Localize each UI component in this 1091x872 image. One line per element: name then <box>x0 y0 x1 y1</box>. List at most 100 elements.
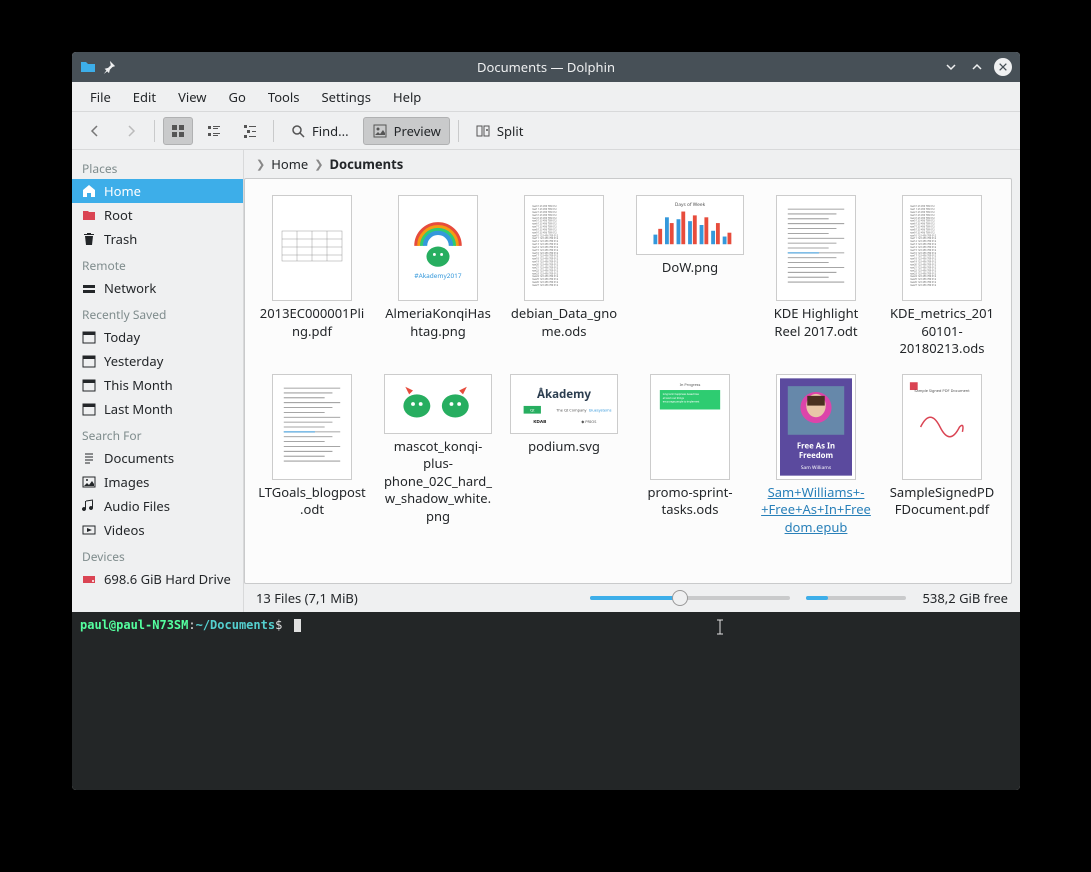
file-view[interactable]: 2013EC000001Pling.pdf #Akademy2017Almeria… <box>244 178 1012 584</box>
sidebar-item-root[interactable]: Root <box>72 203 243 227</box>
svg-text:KDAB: KDAB <box>533 419 546 425</box>
file-label: 2013EC000001Pling.pdf <box>257 305 367 340</box>
hdd-icon <box>82 572 96 586</box>
sidebar-item-videos[interactable]: Videos <box>72 518 243 542</box>
sidebar-item-this-month[interactable]: This Month <box>72 373 243 397</box>
trash-icon <box>82 232 96 246</box>
svg-text:bluesystems: bluesystems <box>589 408 612 413</box>
sidebar-item-label: This Month <box>104 376 173 394</box>
back-button[interactable] <box>80 117 110 145</box>
preview-button[interactable]: Preview <box>363 117 450 145</box>
file-item[interactable]: Days of Week DoW.png <box>631 191 749 362</box>
file-item[interactable]: KDE Highlight Reel 2017.odt <box>757 191 875 362</box>
sidebar-header: Places <box>72 154 243 179</box>
breadcrumb[interactable]: ❯ Home ❯ Documents <box>244 150 1020 178</box>
menu-file[interactable]: File <box>80 84 121 110</box>
split-button[interactable]: Split <box>467 117 532 145</box>
forward-button[interactable] <box>116 117 146 145</box>
split-label: Split <box>497 122 524 140</box>
sidebar-item-label: Root <box>104 206 133 224</box>
cal-icon <box>82 354 96 368</box>
file-item[interactable]: mascot_konqi-plus-phone_02C_hard_w_shado… <box>379 370 497 541</box>
zoom-slider[interactable] <box>590 596 790 600</box>
file-item[interactable]: row0 123 456 789 012row1 123 456 789 012… <box>883 191 1001 362</box>
svg-text:The Qt Company: The Qt Company <box>556 408 586 413</box>
sidebar[interactable]: PlacesHomeRootTrashRemoteNetworkRecently… <box>72 150 244 612</box>
sidebar-item-home[interactable]: Home <box>72 179 243 203</box>
file-item[interactable]: Sample Signed PDF DocumentSampleSignedPD… <box>883 370 1001 541</box>
menu-help[interactable]: Help <box>383 84 431 110</box>
sidebar-item-images[interactable]: Images <box>72 470 243 494</box>
file-item[interactable]: LTGoals_blogpost.odt <box>253 370 371 541</box>
text-cursor-icon <box>715 619 725 635</box>
file-item[interactable]: Free As InFreedomSam WilliamsSam+William… <box>757 370 875 541</box>
vid-icon <box>82 523 96 537</box>
minimize-button[interactable] <box>942 58 960 76</box>
menu-tools[interactable]: Tools <box>258 84 310 110</box>
disk-usage-bar <box>806 596 906 600</box>
cal-icon <box>82 402 96 416</box>
svg-text:encourage people to implement: encourage people to implement <box>663 399 700 403</box>
file-label: DoW.png <box>662 259 718 277</box>
sidebar-item-today[interactable]: Today <box>72 325 243 349</box>
file-thumbnail <box>384 374 492 434</box>
file-item[interactable]: row0 123 456 789 012row1 123 456 789 012… <box>505 191 623 362</box>
terminal-path: ~/Documents <box>196 618 275 632</box>
sidebar-item-label: Network <box>104 279 156 297</box>
maximize-button[interactable] <box>968 58 986 76</box>
sidebar-item-documents[interactable]: Documents <box>72 446 243 470</box>
svg-text:row27 123 456 789 012: row27 123 456 789 012 <box>910 283 937 287</box>
view-compact-button[interactable] <box>199 117 229 145</box>
file-thumbnail: In Progresslong term happiness based tre… <box>650 374 730 480</box>
menu-go[interactable]: Go <box>219 84 256 110</box>
app-folder-icon <box>80 59 96 75</box>
file-label: LTGoals_blogpost.odt <box>257 484 367 519</box>
sidebar-item-label: Audio Files <box>104 497 170 515</box>
sidebar-item-yesterday[interactable]: Yesterday <box>72 349 243 373</box>
pin-icon[interactable] <box>102 60 116 74</box>
file-thumbnail: Days of Week <box>636 195 744 255</box>
find-button[interactable]: Find... <box>282 117 357 145</box>
file-item[interactable]: 2013EC000001Pling.pdf <box>253 191 371 362</box>
sidebar-item-network[interactable]: Network <box>72 276 243 300</box>
cal-icon <box>82 330 96 344</box>
file-thumbnail: row0 123 456 789 012row1 123 456 789 012… <box>902 195 982 301</box>
view-details-button[interactable] <box>235 117 265 145</box>
window-title: Documents — Dolphin <box>72 58 1020 76</box>
sidebar-item-label: Documents <box>104 449 174 467</box>
terminal-prompt: $ <box>275 618 282 632</box>
file-label: KDE_metrics_20160101-20180213.ods <box>887 305 997 358</box>
file-item[interactable]: ÅkademyQtThe Qt CompanybluesystemsKDAB◆ … <box>505 370 623 541</box>
main-column: ❯ Home ❯ Documents 2013EC000001Pling.pdf… <box>244 150 1020 612</box>
file-label: mascot_konqi-plus-phone_02C_hard_w_shado… <box>383 438 493 526</box>
sidebar-item-698-6-gib-hard-drive[interactable]: 698.6 GiB Hard Drive <box>72 567 243 591</box>
sidebar-item-audio-files[interactable]: Audio Files <box>72 494 243 518</box>
preview-label: Preview <box>394 122 441 140</box>
breadcrumb-current[interactable]: Documents <box>329 155 403 173</box>
menu-view[interactable]: View <box>168 84 216 110</box>
svg-text:◆ PRIOS: ◆ PRIOS <box>581 420 596 425</box>
terminal-panel[interactable]: paul@paul-N73SM:~/Documents$ <box>72 612 1020 790</box>
toolbar-separator <box>273 120 274 142</box>
titlebar[interactable]: Documents — Dolphin <box>72 52 1020 82</box>
svg-text:Free As In: Free As In <box>797 441 835 451</box>
svg-text:Days of Week: Days of Week <box>675 202 706 208</box>
svg-text:Qt: Qt <box>530 408 535 413</box>
terminal-cursor <box>294 619 301 632</box>
find-label: Find... <box>312 122 349 140</box>
sidebar-item-label: Last Month <box>104 400 173 418</box>
sidebar-item-trash[interactable]: Trash <box>72 227 243 251</box>
menu-settings[interactable]: Settings <box>312 84 381 110</box>
menu-edit[interactable]: Edit <box>123 84 166 110</box>
file-item[interactable]: In Progresslong term happiness based tre… <box>631 370 749 541</box>
sidebar-item-label: Home <box>104 182 141 200</box>
sidebar-header: Recently Saved <box>72 300 243 325</box>
breadcrumb-home[interactable]: Home <box>271 155 308 173</box>
root-icon <box>82 208 96 222</box>
view-icons-button[interactable] <box>163 117 193 145</box>
close-button[interactable] <box>994 58 1012 76</box>
sidebar-item-last-month[interactable]: Last Month <box>72 397 243 421</box>
file-thumbnail <box>272 374 352 480</box>
status-count: 13 Files (7,1 MiB) <box>256 589 358 607</box>
file-item[interactable]: #Akademy2017AlmeriaKonqiHashtag.png <box>379 191 497 362</box>
